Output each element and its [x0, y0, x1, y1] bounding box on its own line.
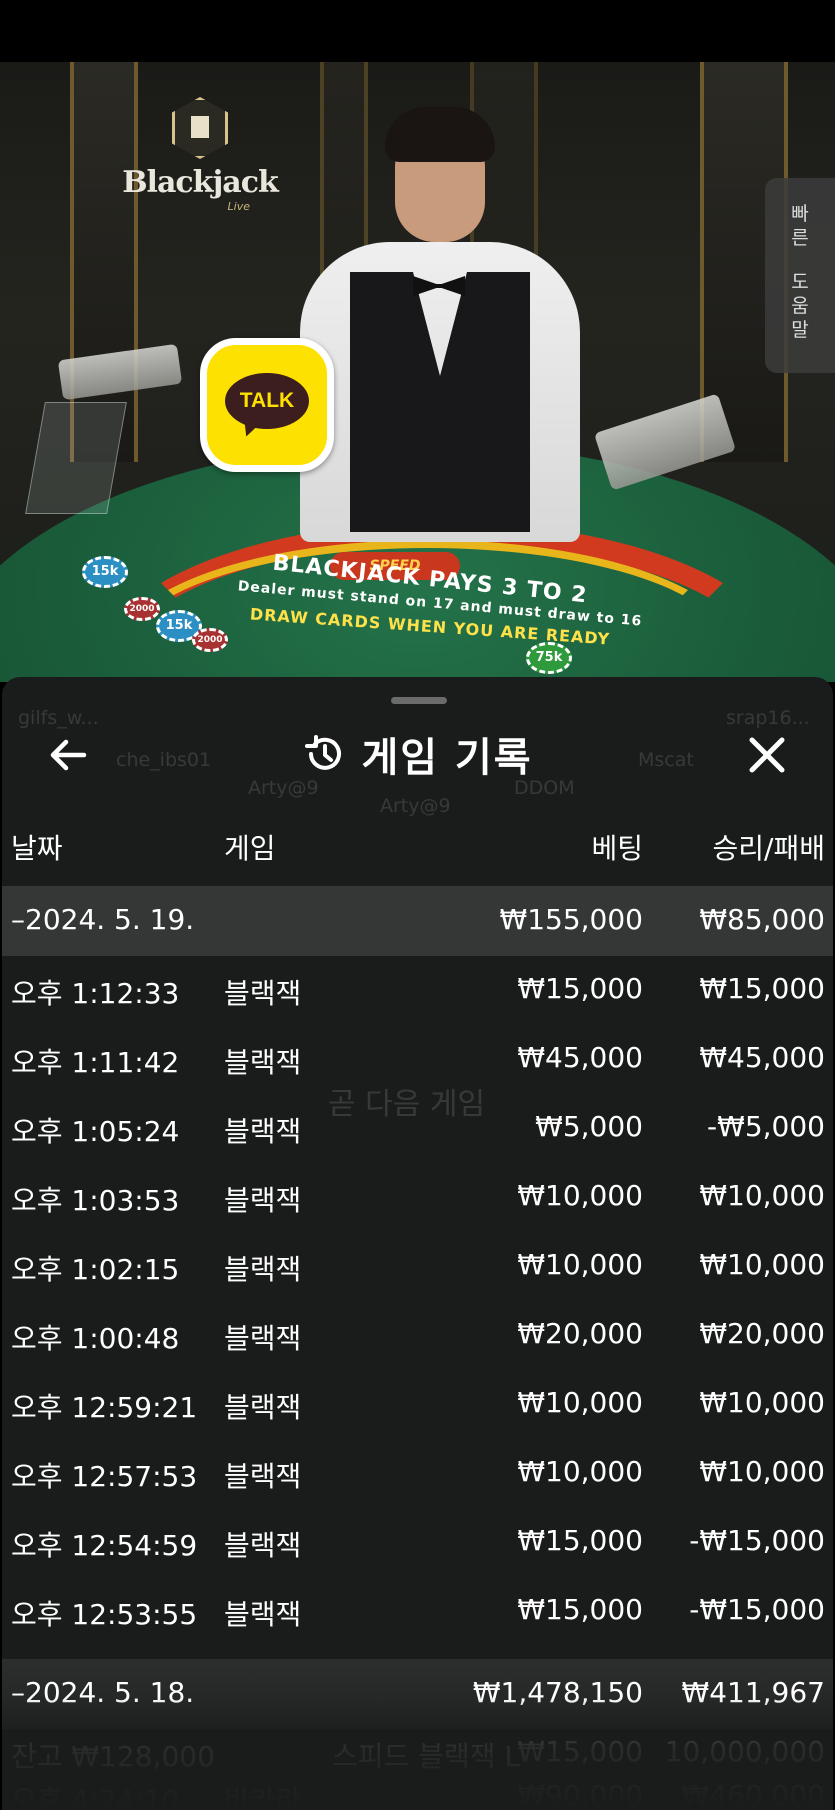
history-row[interactable]: 오후 1:12:33 블랙잭 ₩15,000 ₩15,000 — [2, 956, 833, 1024]
row-game: 블랙잭 — [224, 1046, 302, 1079]
drag-handle[interactable] — [391, 697, 447, 704]
history-row[interactable]: 오후 4:24:10 바카라 ₩90,000 ₩460,000 — [2, 1769, 833, 1810]
chip: 75k — [526, 642, 572, 674]
row-winloss: ₩460,000 — [681, 1779, 825, 1810]
row-winloss: -₩15,000 — [689, 1593, 825, 1626]
row-bet: ₩15,000 — [517, 1593, 643, 1626]
row-time: 오후 1:03:53 — [11, 1184, 180, 1217]
row-time: 오후 1:11:42 — [11, 1046, 180, 1079]
column-header-game[interactable]: 게임 — [224, 827, 276, 867]
row-time: 오후 1:02:15 — [11, 1253, 180, 1286]
chip: 2000 — [124, 597, 160, 621]
table-header: 날짜 게임 베팅 승리/패배 — [2, 827, 833, 873]
row-bet: ₩90,000 — [517, 1779, 643, 1810]
row-bet: ₩10,000 — [517, 1455, 643, 1488]
history-row[interactable]: 오후 12:53:55 블랙잭 ₩15,000 -₩15,000 — [2, 1577, 833, 1645]
row-bet: ₩10,000 — [517, 1248, 643, 1281]
row-bet: ₩10,000 — [517, 1386, 643, 1419]
row-game: 블랙잭 — [224, 1598, 302, 1631]
game-history-sheet: gilfs_w... che_ibs01 Arty@9 Arty@9 DDOM … — [2, 677, 833, 1810]
row-bet: ₩10,000 — [517, 1179, 643, 1212]
column-header-date[interactable]: 날짜 — [11, 827, 63, 867]
row-time: 오후 12:54:59 — [11, 1529, 198, 1562]
row-bet: ₩45,000 — [517, 1041, 643, 1074]
history-row[interactable]: 오후 12:57:53 블랙잭 ₩10,000 ₩10,000 — [2, 1439, 833, 1507]
row-winloss: -₩5,000 — [707, 1110, 825, 1143]
row-time: 오후 1:05:24 — [11, 1115, 180, 1148]
quick-help-char: 른 — [791, 227, 809, 249]
date-group-header[interactable]: –2024. 5. 19. ₩155,000 ₩85,000 — [2, 886, 833, 956]
quick-help-char: 빠 — [791, 203, 809, 225]
brand-text: Blackjack — [122, 165, 279, 200]
live-video-feed: Blackjack Live SPEED BLACKJACK PAYS 3 TO… — [0, 62, 835, 682]
sheet-header: 게임 기록 — [2, 725, 833, 783]
row-time: 오후 4:24:10 — [11, 1784, 180, 1810]
history-row[interactable]: 오후 1:11:42 블랙잭 ₩45,000 ₩45,000 — [2, 1025, 833, 1093]
group-date: –2024. 5. 18. — [11, 1676, 195, 1709]
row-winloss: ₩10,000 — [699, 1455, 825, 1488]
row-game: 블랙잭 — [224, 1391, 302, 1424]
history-row[interactable]: 오후 12:54:59 블랙잭 ₩15,000 -₩15,000 — [2, 1508, 833, 1576]
row-winloss: ₩10,000 — [699, 1386, 825, 1419]
quick-help-char: 움 — [791, 295, 809, 317]
row-game: 블랙잭 — [224, 1184, 302, 1217]
row-winloss: 10,000,000 — [664, 1735, 825, 1768]
dealer-hair — [385, 107, 495, 162]
page-title: 게임 기록 — [361, 735, 533, 781]
row-winloss: ₩15,000 — [699, 972, 825, 1005]
group-date: –2024. 5. 19. — [11, 903, 195, 936]
history-row[interactable]: 오후 1:05:24 블랙잭 ₩5,000 -₩5,000 — [2, 1094, 833, 1162]
row-time: 오후 12:53:55 — [11, 1598, 198, 1631]
history-row[interactable]: 오후 1:03:53 블랙잭 ₩10,000 ₩10,000 — [2, 1163, 833, 1231]
row-winloss: ₩20,000 — [699, 1317, 825, 1350]
row-bet: ₩20,000 — [517, 1317, 643, 1350]
chip: 2000 — [192, 628, 228, 652]
group-win-total: ₩411,967 — [681, 1676, 825, 1709]
row-game: 바카라 — [224, 1784, 302, 1810]
row-game: 블랙잭 — [224, 1115, 302, 1148]
blackjack-live-sign: Blackjack Live — [110, 97, 290, 317]
chip: 15k — [82, 556, 128, 588]
row-winloss: ₩10,000 — [699, 1248, 825, 1281]
row-winloss: -₩15,000 — [689, 1524, 825, 1557]
column-header-bet[interactable]: 베팅 — [591, 827, 643, 867]
history-row[interactable]: 오후 1:00:48 블랙잭 ₩20,000 ₩20,000 — [2, 1301, 833, 1369]
kakaotalk-label: TALK — [239, 389, 295, 412]
row-time: 오후 1:12:33 — [11, 977, 180, 1010]
kakaotalk-button[interactable]: TALK — [200, 338, 334, 472]
row-bet: ₩15,000 — [517, 1735, 643, 1768]
column-header-winloss[interactable]: 승리/패배 — [713, 827, 825, 867]
row-game: 블랙잭 — [224, 1529, 302, 1562]
row-game: 블랙잭 — [224, 1460, 302, 1493]
quick-help-char: 말 — [791, 319, 809, 341]
history-row[interactable]: 오후 1:02:15 블랙잭 ₩10,000 ₩10,000 — [2, 1232, 833, 1300]
row-time: 오후 1:00:48 — [11, 1322, 180, 1355]
close-icon[interactable] — [743, 731, 791, 779]
group-bet-total: ₩1,478,150 — [472, 1676, 643, 1709]
row-game: 블랙잭 — [224, 977, 302, 1010]
group-win-total: ₩85,000 — [699, 903, 825, 936]
quick-help-tab[interactable]: 빠 른 도 움 말 — [765, 178, 835, 373]
history-icon — [305, 735, 342, 770]
row-winloss: ₩10,000 — [699, 1179, 825, 1212]
ghost-text: Arty@9 — [380, 795, 451, 817]
quick-help-char: 도 — [791, 271, 809, 293]
row-bet: ₩15,000 — [517, 1524, 643, 1557]
row-time: 오후 12:59:21 — [11, 1391, 198, 1424]
row-bet: ₩5,000 — [535, 1110, 643, 1143]
group-bet-total: ₩155,000 — [499, 903, 643, 936]
date-group-header[interactable]: –2024. 5. 18. ₩1,478,150 ₩411,967 — [2, 1659, 833, 1729]
history-row[interactable]: 오후 12:59:21 블랙잭 ₩10,000 ₩10,000 — [2, 1370, 833, 1438]
row-time: 오후 12:57:53 — [11, 1460, 198, 1493]
row-winloss: ₩45,000 — [699, 1041, 825, 1074]
brand-sub-text: Live — [227, 200, 250, 213]
blackjack-logo-icon — [172, 97, 228, 159]
row-bet: ₩15,000 — [517, 972, 643, 1005]
row-game: 블랙잭 — [224, 1322, 302, 1355]
row-game: 블랙잭 — [224, 1253, 302, 1286]
